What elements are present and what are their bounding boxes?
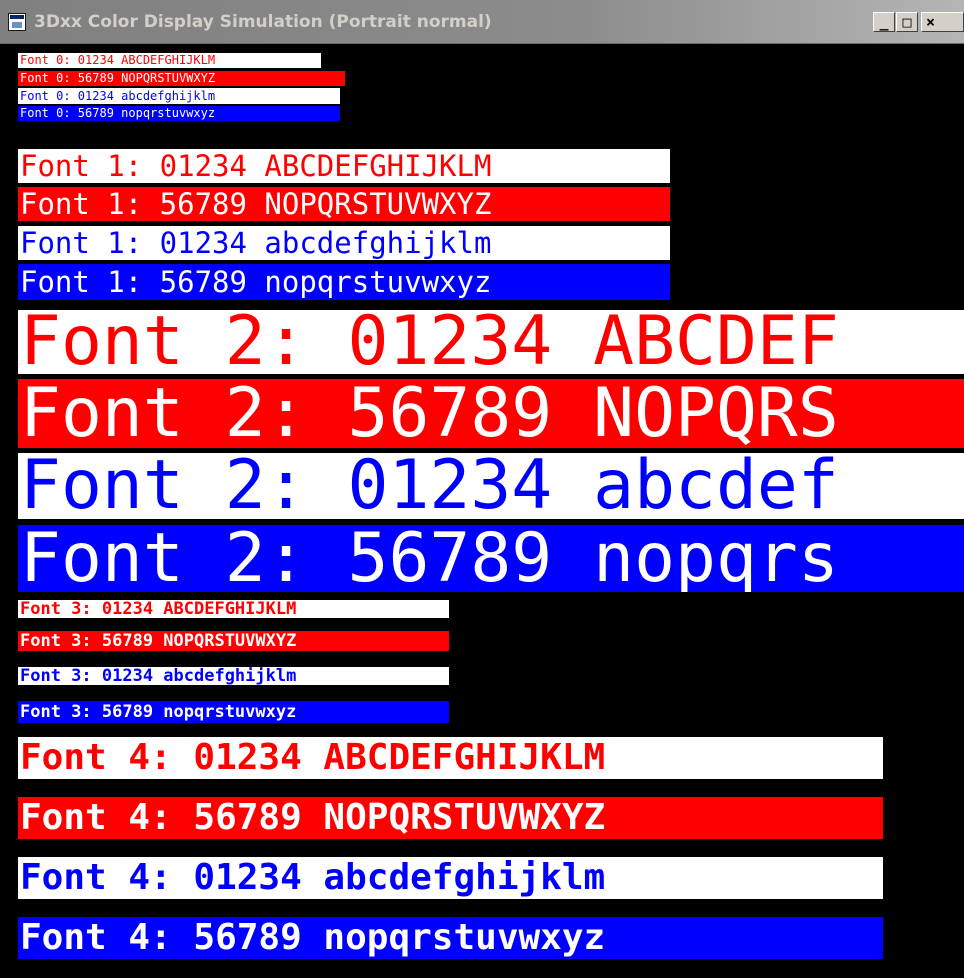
minimize-button[interactable]: _ bbox=[873, 12, 895, 32]
font2-row-lower-b: Font 2: 56789 nopqrs bbox=[18, 525, 964, 592]
font0-row-lower-a: Font 0: 01234 abcdefghijklm bbox=[18, 88, 340, 104]
font1-row-upper-a: Font 1: 01234 ABCDEFGHIJKLM bbox=[18, 149, 670, 183]
window-title: 3Dxx Color Display Simulation (Portrait … bbox=[34, 12, 492, 32]
close-button[interactable]: × bbox=[921, 12, 964, 32]
font3-row-upper-a: Font 3: 01234 ABCDEFGHIJKLM bbox=[18, 600, 449, 618]
font4-row-upper-b: Font 4: 56789 NOPQRSTUVWXYZ bbox=[18, 797, 883, 839]
font3-row-upper-b: Font 3: 56789 NOPQRSTUVWXYZ bbox=[18, 631, 449, 651]
font4-row-lower-a: Font 4: 01234 abcdefghijklm bbox=[18, 857, 883, 899]
maximize-button[interactable]: □ bbox=[896, 12, 918, 32]
font4-row-upper-a: Font 4: 01234 ABCDEFGHIJKLM bbox=[18, 737, 883, 779]
font2-row-lower-a: Font 2: 01234 abcdef bbox=[18, 453, 964, 519]
font0-row-upper-a: Font 0: 01234 ABCDEFGHIJKLM bbox=[18, 53, 321, 68]
font1-row-lower-a: Font 1: 01234 abcdefghijklm bbox=[18, 226, 670, 260]
font4-row-lower-b: Font 4: 56789 nopqrstuvwxyz bbox=[18, 917, 883, 959]
app-window-icon[interactable] bbox=[8, 13, 26, 31]
font0-row-lower-b: Font 0: 56789 nopqrstuvwxyz bbox=[18, 106, 340, 121]
title-bar[interactable]: 3Dxx Color Display Simulation (Portrait … bbox=[0, 0, 964, 44]
font0-row-upper-b: Font 0: 56789 NOPQRSTUVWXYZ bbox=[18, 71, 345, 86]
font1-row-upper-b: Font 1: 56789 NOPQRSTUVWXYZ bbox=[18, 187, 670, 221]
display-simulation-window: 3Dxx Color Display Simulation (Portrait … bbox=[0, 0, 964, 978]
font3-row-lower-a: Font 3: 01234 abcdefghijklm bbox=[18, 667, 449, 685]
font2-row-upper-b: Font 2: 56789 NOPQRS bbox=[18, 379, 964, 448]
font1-row-lower-b: Font 1: 56789 nopqrstuvwxyz bbox=[18, 264, 670, 300]
font2-row-upper-a: Font 2: 01234 ABCDEF bbox=[18, 310, 964, 374]
display-area: Font 0: 01234 ABCDEFGHIJKLM Font 0: 5678… bbox=[0, 44, 964, 978]
font3-row-lower-b: Font 3: 56789 nopqrstuvwxyz bbox=[18, 701, 449, 723]
